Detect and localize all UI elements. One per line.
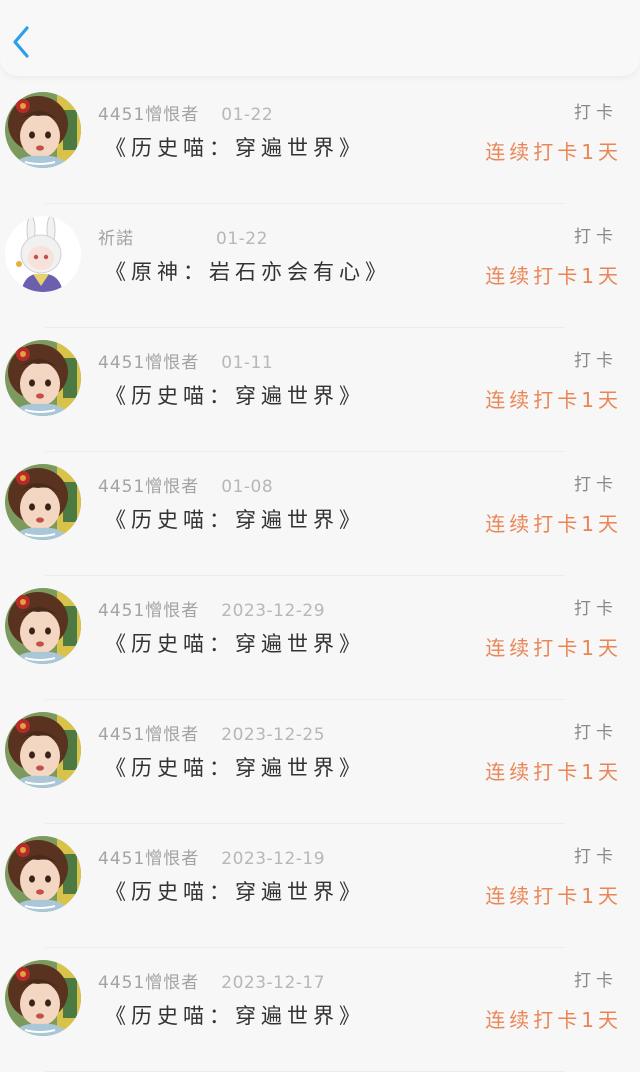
book-title[interactable]: 《历史喵：穿遍世界》: [105, 752, 365, 782]
streak-label: 连续打卡1天: [485, 264, 622, 288]
checkin-row[interactable]: 4451憎恨者 01-22 《历史喵：穿遍世界》 打卡连续打卡1天: [0, 80, 640, 204]
checkin-row[interactable]: 祈諾 01-22 《原神：岩石亦会有心》 打卡连续打卡1天: [0, 204, 640, 328]
username[interactable]: 4451憎恨者: [98, 100, 199, 125]
post-date: 01-22: [221, 105, 274, 125]
post-date: 01-08: [221, 477, 274, 497]
checkin-row[interactable]: 4451憎恨者 2023-12-17 《历史喵：穿遍世界》 打卡连续打卡1天: [0, 948, 640, 1072]
checkin-label: 打卡: [574, 227, 618, 247]
checkin-label: 打卡: [574, 599, 618, 619]
avatar[interactable]: [5, 92, 81, 168]
username[interactable]: 4451憎恨者: [98, 472, 199, 497]
post-meta: 4451憎恨者 2023-12-17: [98, 968, 325, 993]
post-date: 01-11: [221, 353, 274, 373]
book-title[interactable]: 《历史喵：穿遍世界》: [105, 132, 365, 162]
top-bar: [0, 0, 640, 76]
checkin-row[interactable]: 4451憎恨者 01-11 《历史喵：穿遍世界》 打卡连续打卡1天: [0, 328, 640, 452]
username[interactable]: 祈諾: [98, 224, 194, 249]
streak-label: 连续打卡1天: [485, 140, 622, 164]
post-date: 2023-12-17: [221, 973, 326, 993]
book-title[interactable]: 《历史喵：穿遍世界》: [105, 628, 365, 658]
book-title[interactable]: 《历史喵：穿遍世界》: [105, 504, 365, 534]
post-meta: 4451憎恨者 01-11: [98, 348, 273, 373]
post-date: 2023-12-19: [221, 849, 326, 869]
checkin-label: 打卡: [574, 971, 618, 991]
post-date: 01-22: [216, 229, 268, 249]
avatar[interactable]: [5, 836, 81, 912]
streak-label: 连续打卡1天: [485, 884, 622, 908]
checkin-label: 打卡: [574, 103, 618, 123]
post-meta: 4451憎恨者 2023-12-19: [98, 844, 325, 869]
checkin-row[interactable]: 4451憎恨者 2023-12-19 《历史喵：穿遍世界》 打卡连续打卡1天: [0, 824, 640, 948]
back-button[interactable]: [6, 22, 36, 62]
book-title[interactable]: 《原神：岩石亦会有心》: [105, 256, 391, 286]
checkin-row[interactable]: 4451憎恨者 2023-12-29 《历史喵：穿遍世界》 打卡连续打卡1天: [0, 576, 640, 700]
avatar[interactable]: [5, 960, 81, 1036]
streak-label: 连续打卡1天: [485, 512, 622, 536]
checkin-row[interactable]: 4451憎恨者 01-08 《历史喵：穿遍世界》 打卡连续打卡1天: [0, 452, 640, 576]
checkin-row[interactable]: 4451憎恨者 2023-12-25 《历史喵：穿遍世界》 打卡连续打卡1天: [0, 700, 640, 824]
post-date: 2023-12-25: [221, 725, 326, 745]
avatar[interactable]: [5, 216, 81, 292]
book-title[interactable]: 《历史喵：穿遍世界》: [105, 380, 365, 410]
streak-label: 连续打卡1天: [485, 1008, 622, 1032]
avatar[interactable]: [5, 588, 81, 664]
checkin-label: 打卡: [574, 351, 618, 371]
chevron-left-icon: [13, 26, 29, 58]
avatar[interactable]: [5, 712, 81, 788]
checkin-label: 打卡: [574, 475, 618, 495]
streak-label: 连续打卡1天: [485, 636, 622, 660]
avatar[interactable]: [5, 464, 81, 540]
post-meta: 4451憎恨者 2023-12-25: [98, 720, 325, 745]
post-meta: 祈諾 01-22: [98, 224, 268, 249]
post-meta: 4451憎恨者 01-08: [98, 472, 273, 497]
post-meta: 4451憎恨者 01-22: [98, 100, 273, 125]
post-date: 2023-12-29: [221, 601, 326, 621]
streak-label: 连续打卡1天: [485, 388, 622, 412]
username[interactable]: 4451憎恨者: [98, 596, 199, 621]
username[interactable]: 4451憎恨者: [98, 844, 199, 869]
avatar[interactable]: [5, 340, 81, 416]
streak-label: 连续打卡1天: [485, 760, 622, 784]
book-title[interactable]: 《历史喵：穿遍世界》: [105, 876, 365, 906]
book-title[interactable]: 《历史喵：穿遍世界》: [105, 1000, 365, 1030]
checkin-list: 4451憎恨者 01-22 《历史喵：穿遍世界》 打卡 连续打卡1天 祈諾 01-22 《原…: [0, 80, 640, 1072]
checkin-label: 打卡: [574, 723, 618, 743]
username[interactable]: 4451憎恨者: [98, 968, 199, 993]
post-meta: 4451憎恨者 2023-12-29: [98, 596, 325, 621]
username[interactable]: 4451憎恨者: [98, 720, 199, 745]
username[interactable]: 4451憎恨者: [98, 348, 199, 373]
checkin-label: 打卡: [574, 847, 618, 867]
